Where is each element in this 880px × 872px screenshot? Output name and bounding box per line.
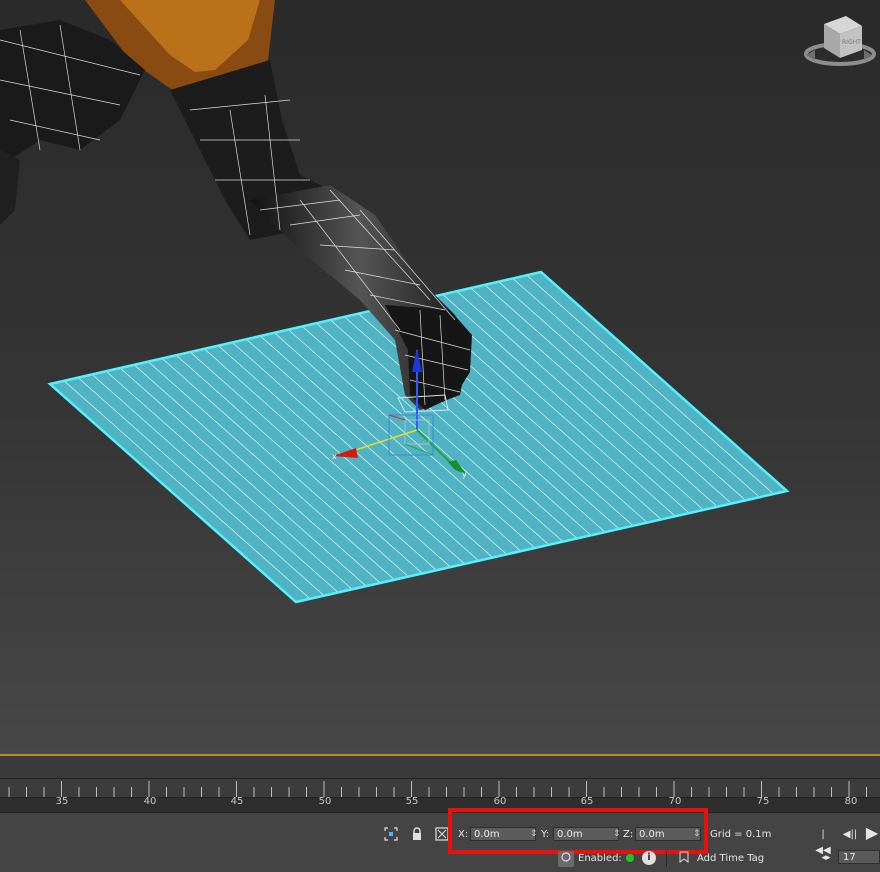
enabled-label: Enabled:	[578, 853, 622, 864]
plane-segment-line	[0, 448, 16, 666]
svg-text:y: y	[462, 470, 467, 479]
play-icon[interactable]: ▶	[864, 825, 880, 841]
previous-frame-icon[interactable]: ◀||	[841, 827, 859, 843]
plane-segment-line	[50, 419, 143, 602]
tick-label: 45	[230, 796, 244, 807]
plane-segment-line	[50, 432, 87, 602]
plane-segment-line	[50, 425, 115, 602]
key-filter-icon[interactable]	[558, 851, 574, 867]
tick-label: 55	[405, 796, 419, 807]
tick-label: 50	[318, 796, 332, 807]
grid-size-readout: Grid = 0.1m	[710, 829, 772, 840]
go-to-start-icon[interactable]: |◀◀	[814, 827, 832, 856]
perspective-viewport[interactable]: x y RIGHT	[0, 0, 880, 754]
coordinate-highlight-box	[448, 808, 708, 854]
tick-label: 75	[756, 796, 770, 807]
track-bar-ruler[interactable]	[0, 778, 880, 798]
tick-label: 60	[493, 796, 507, 807]
current-frame-field[interactable]: 17	[838, 850, 880, 864]
tick-label: 80	[844, 796, 858, 807]
plane-segment-line	[0, 442, 44, 660]
plane-segment-line	[50, 422, 129, 602]
viewcube-icon[interactable]: RIGHT	[804, 16, 876, 66]
tick-label: 35	[55, 796, 69, 807]
viewport-scene: x y RIGHT	[0, 0, 876, 666]
svg-text:x: x	[332, 452, 337, 461]
frame-spinner-icon[interactable]: ◂▸	[818, 850, 834, 866]
tick-label: 70	[668, 796, 682, 807]
plane-segment-line	[50, 428, 101, 602]
plane-segment-line	[50, 438, 59, 602]
ruler-ticks	[8, 781, 867, 797]
tick-label: 65	[580, 796, 594, 807]
plane-segment-line	[0, 445, 30, 663]
svg-text:RIGHT: RIGHT	[842, 39, 861, 46]
isolate-selection-icon[interactable]	[383, 827, 399, 843]
enabled-status-dot	[626, 854, 634, 862]
tick-label: 40	[143, 796, 157, 807]
time-tag-icon[interactable]	[676, 851, 692, 867]
plane-segment-line	[50, 435, 73, 602]
info-icon[interactable]: i	[642, 851, 656, 865]
add-time-tag-button[interactable]: Add Time Tag	[697, 853, 764, 864]
status-divider	[666, 851, 667, 867]
lock-icon[interactable]	[409, 827, 425, 843]
